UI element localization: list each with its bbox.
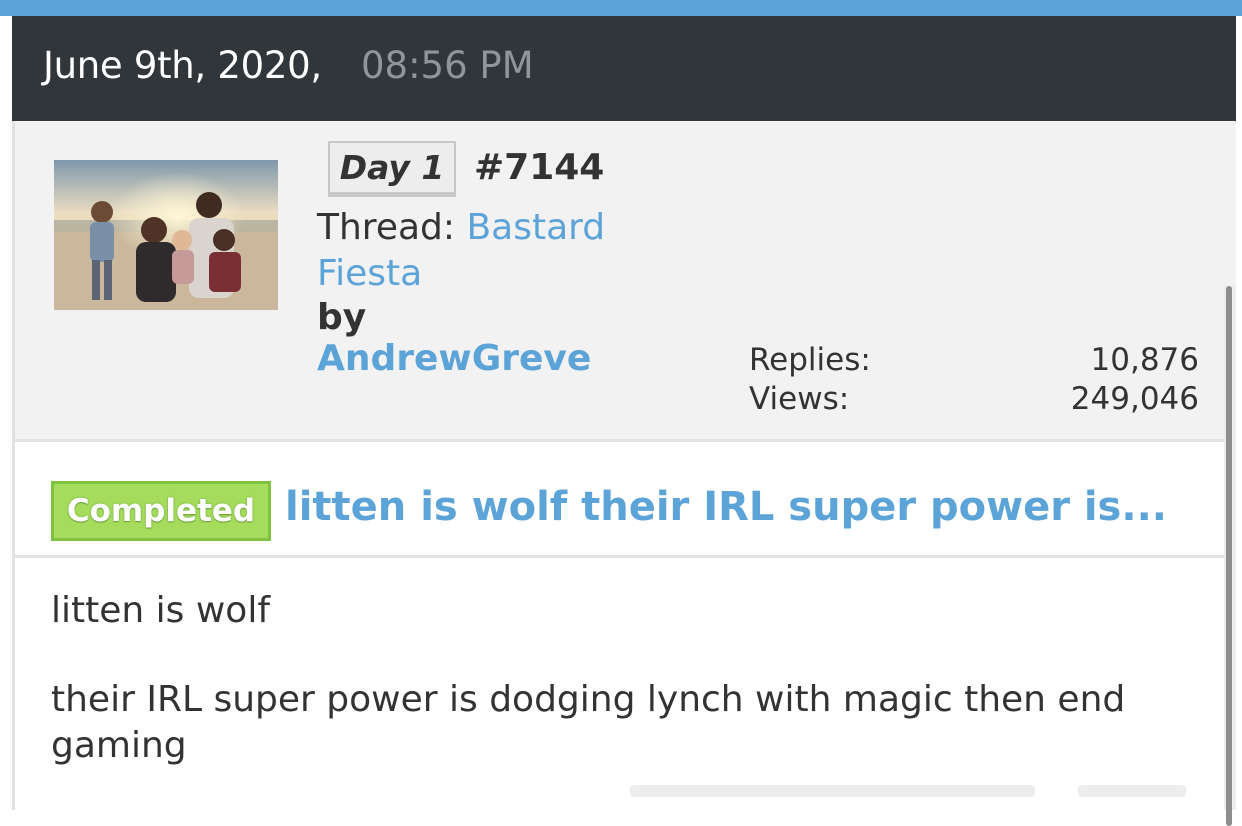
footer-button-edge[interactable] [1078, 785, 1186, 797]
post-card: June 9th, 2020, 08:56 PM Day 1 #7144 Thr… [12, 16, 1236, 826]
views-value: 249,046 [1070, 381, 1199, 417]
replies-value: 10,876 [1090, 342, 1199, 378]
post-body: litten is wolf their IRL super power is … [12, 558, 1226, 810]
thread-label: Thread: [317, 207, 467, 248]
scrollbar-thumb[interactable] [1226, 286, 1232, 826]
by-label: by [317, 297, 367, 338]
day-badge: Day 1 [328, 141, 456, 197]
family-photo-image [54, 160, 278, 310]
top-accent-stripe [0, 0, 1242, 16]
post-body-line: their IRL super power is dodging lynch w… [51, 679, 1126, 766]
post-date: June 9th, 2020, [43, 44, 322, 87]
replies-label: Replies: [749, 342, 871, 378]
post-number-link[interactable]: #7144 [474, 147, 604, 188]
completed-status-badge: Completed [51, 481, 271, 541]
replies-row: Replies: 10,876 [749, 341, 1199, 380]
thread-stats: Replies: 10,876 Views: 249,046 [749, 341, 1199, 419]
post-body-line: litten is wolf [51, 590, 270, 631]
thread-line: Thread: Bastard Fiesta [317, 205, 657, 297]
views-label: Views: [749, 381, 850, 417]
thread-info-panel: Day 1 #7144 Thread: Bastard Fiesta by An… [12, 121, 1236, 441]
post-title-link[interactable]: litten is wolf their IRL super power is.… [285, 484, 1167, 530]
post-title-row: Completed litten is wolf their IRL super… [12, 442, 1226, 555]
author-link[interactable]: AndrewGreve [317, 338, 591, 379]
post-time: 08:56 PM [361, 44, 534, 87]
views-row: Views: 249,046 [749, 380, 1199, 419]
post-date-bar: June 9th, 2020, 08:56 PM [12, 16, 1236, 121]
footer-button-edge[interactable] [630, 785, 1035, 797]
thread-thumbnail[interactable] [54, 160, 278, 310]
author-line: by AndrewGreve [317, 297, 591, 379]
